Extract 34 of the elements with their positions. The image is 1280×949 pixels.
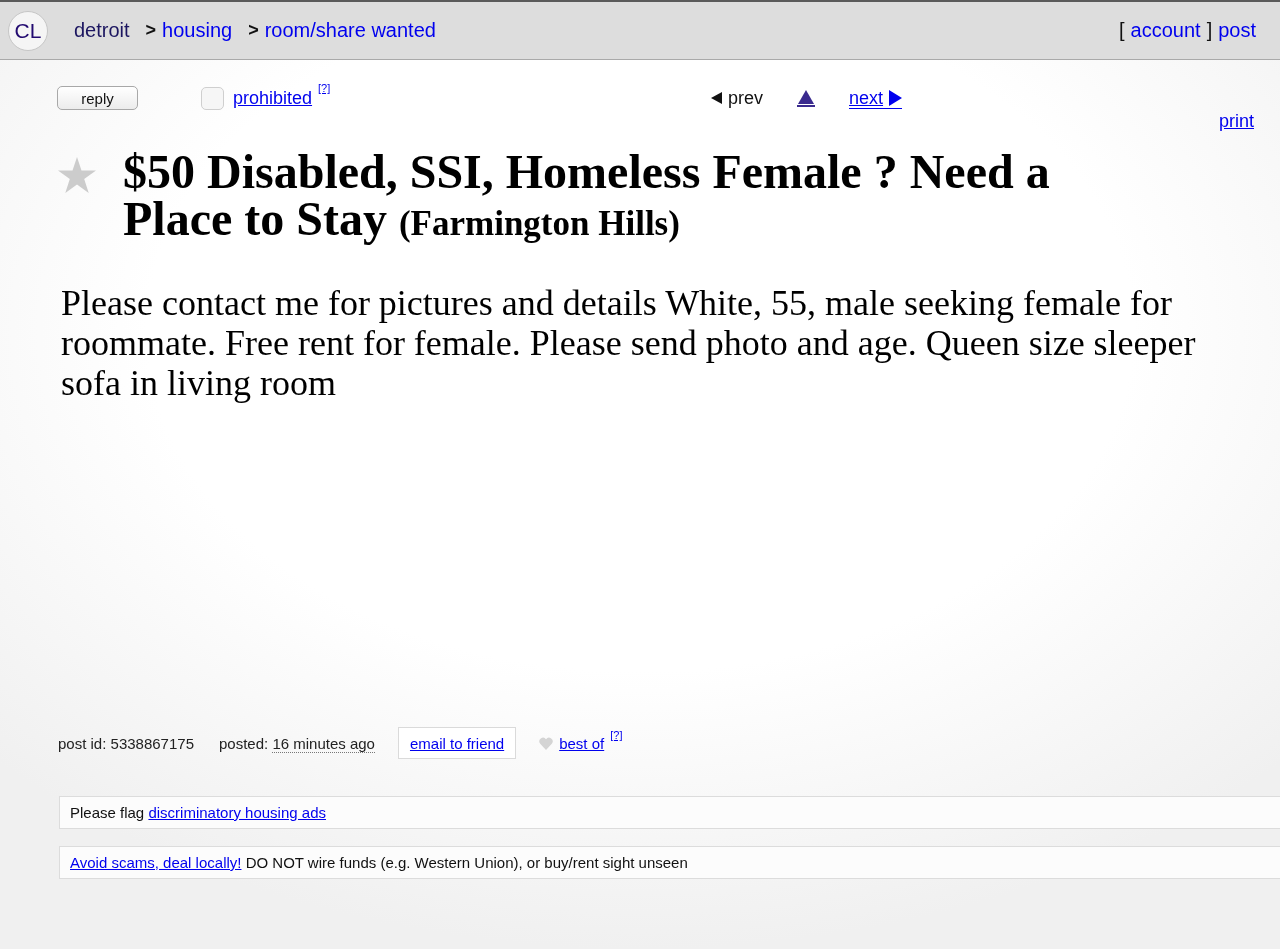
post-body: Please contact me for pictures and details White, 55, male seeking female for roommate. Free rent for female. Please send photo and age. Queen size sleeper sofa in living room <box>61 283 1197 405</box>
city-link[interactable]: detroit <box>74 19 130 42</box>
print-link[interactable]: print <box>1219 111 1254 132</box>
bracket-text: [ <box>1119 19 1125 42</box>
notice-text: Please flag discriminatory housing ads <box>70 804 326 821</box>
prev-link: prev <box>711 88 763 108</box>
star-icon[interactable] <box>58 157 96 193</box>
posted-date: posted: 16 minutes ago <box>219 734 375 752</box>
notice-text: Avoid scams, deal locally! DO NOT wire funds (e.g. Western Union), or buy/rent sight unseen <box>70 854 688 871</box>
post-link[interactable]: post <box>1218 19 1256 42</box>
heart-icon[interactable] <box>539 736 554 750</box>
help-link[interactable]: [?] <box>610 729 623 741</box>
reply-button[interactable]: reply <box>57 86 138 110</box>
help-link[interactable]: [?] <box>318 82 331 94</box>
breadcrumb-link[interactable]: housing <box>162 19 233 42</box>
bracket-text: ] <box>1206 19 1213 42</box>
breadcrumb-link[interactable]: room/share wanted <box>264 19 436 42</box>
breadcrumb-separator: > <box>248 20 259 41</box>
post-id: post id: 5338867175 <box>58 734 194 752</box>
notice-link[interactable]: Avoid scams, deal locally! <box>70 854 242 871</box>
prohibited-link[interactable]: prohibited <box>233 87 313 109</box>
triangle-right-icon <box>889 89 903 106</box>
breadcrumb-separator: > <box>145 20 157 41</box>
email-to-friend-link[interactable]: email to friend <box>397 727 517 759</box>
triangle-left-icon <box>711 92 722 104</box>
site-logo[interactable]: CL <box>8 10 48 51</box>
up-link[interactable] <box>797 89 815 107</box>
next-link[interactable]: next <box>849 87 903 109</box>
best-of-link[interactable]: best of <box>559 734 605 752</box>
prohibited-checkbox[interactable] <box>201 86 224 110</box>
notice-link[interactable]: discriminatory housing ads <box>148 804 326 821</box>
listing-title: $50 Disabled, SSI, Homeless Female ? Need a Place to Stay (Farmington Hills) <box>123 148 1051 247</box>
triangle-up-icon <box>798 90 814 104</box>
account-link[interactable]: account <box>1130 19 1201 42</box>
